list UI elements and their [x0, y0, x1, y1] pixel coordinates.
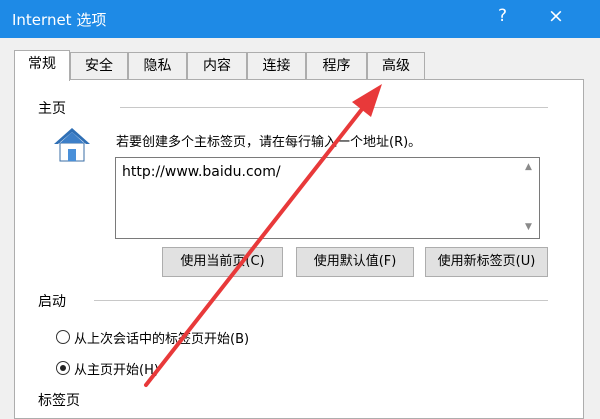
use-default-button[interactable]: 使用默认值(F) — [296, 247, 414, 277]
home-page-textarea[interactable]: http://www.baidu.com/ ▲ ▼ — [115, 157, 540, 239]
tab-security[interactable]: 安全 — [70, 52, 128, 80]
scroll-up-icon[interactable]: ▲ — [525, 162, 532, 172]
use-new-tab-button[interactable]: 使用新标签页(U) — [425, 247, 548, 277]
home-page-icon — [52, 125, 92, 165]
home-section-divider — [120, 107, 548, 108]
scroll-down-icon[interactable]: ▼ — [525, 222, 532, 232]
tab-privacy[interactable]: 隐私 — [128, 52, 187, 80]
tab-advanced[interactable]: 高级 — [367, 52, 425, 80]
tab-programs[interactable]: 程序 — [306, 52, 367, 80]
help-button[interactable]: ? — [498, 6, 507, 26]
home-section-label: 主页 — [38, 101, 66, 117]
home-page-url: http://www.baidu.com/ — [122, 164, 281, 180]
close-button[interactable]: × — [548, 5, 564, 27]
title-bar: Internet 选项 ? × — [0, 0, 600, 38]
startup-section-divider — [94, 300, 548, 301]
startup-last-session-radio[interactable] — [56, 330, 70, 344]
tab-connections[interactable]: 连接 — [247, 52, 306, 80]
tab-general[interactable]: 常规 — [14, 50, 70, 81]
tabs-section-label: 标签页 — [38, 393, 80, 409]
tab-content[interactable]: 内容 — [187, 52, 247, 80]
use-current-button[interactable]: 使用当前页(C) — [162, 247, 283, 277]
startup-last-session-label: 从上次会话中的标签页开始(B) — [74, 332, 250, 347]
textarea-scrollbar[interactable]: ▲ ▼ — [522, 158, 539, 238]
home-description: 若要创建多个主标签页，请在每行输入一个地址(R)。 — [116, 135, 422, 150]
startup-section-label: 启动 — [38, 294, 66, 310]
startup-home-page-radio[interactable] — [56, 361, 70, 375]
startup-home-page-label: 从主页开始(H) — [74, 363, 159, 378]
window-title: Internet 选项 — [12, 11, 107, 29]
